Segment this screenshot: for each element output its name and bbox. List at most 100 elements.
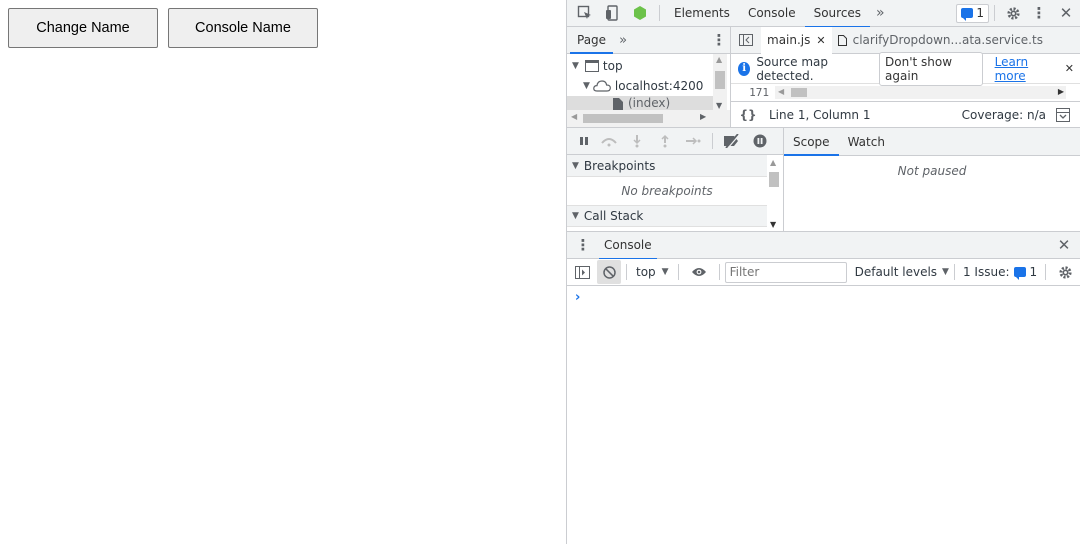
expand-triangle-icon: ▼ [583, 81, 590, 91]
scrollbar-thumb[interactable] [791, 88, 807, 97]
scrollbar-thumb[interactable] [583, 114, 663, 123]
tree-item-localhost[interactable]: ▼ localhost:4200 [567, 76, 703, 96]
change-name-button[interactable]: Change Name [8, 8, 158, 48]
tab-console[interactable]: Console [739, 0, 805, 27]
step-over-icon[interactable] [595, 135, 623, 147]
editor-horizontal-scrollbar[interactable]: ◀ ▶ [775, 86, 1066, 99]
debugger-sidebar: ▼ Breakpoints No breakpoints ▼ Call Stac… [567, 155, 783, 231]
pause-icon[interactable] [573, 136, 595, 146]
log-levels-dropdown[interactable]: Default levels ▼ [855, 265, 949, 279]
editor-tab-label: main.js [767, 33, 811, 47]
scroll-left-icon[interactable]: ◀ [571, 112, 577, 121]
more-navigator-tabs-icon[interactable]: » [613, 33, 633, 48]
breakpoints-section-header[interactable]: ▼ Breakpoints [567, 155, 767, 177]
expand-triangle-icon: ▼ [572, 160, 579, 171]
toggle-debugger-sidebar-icon[interactable] [1046, 108, 1080, 122]
inspect-element-icon[interactable] [570, 5, 600, 21]
file-icon [837, 34, 847, 46]
tab-page[interactable]: Page [570, 27, 614, 54]
step-icon[interactable] [679, 136, 707, 146]
scroll-left-icon[interactable]: ◀ [778, 87, 784, 96]
scroll-right-icon[interactable]: ▶ [1058, 87, 1064, 96]
page-viewport: Change Name Console Name [0, 0, 566, 544]
tree-item-top[interactable]: ▼ top [567, 56, 623, 76]
console-issues-button[interactable]: 1 Issue: 1 [960, 265, 1040, 280]
more-tabs-icon[interactable]: » [870, 0, 891, 27]
scope-panel: Scope Watch Not paused [783, 127, 1080, 231]
divider [659, 5, 660, 21]
tab-sources[interactable]: Sources [804, 0, 871, 28]
divider [1045, 264, 1047, 280]
console-sidebar-icon[interactable] [567, 265, 597, 279]
close-infobar-icon[interactable]: ✕ [1065, 62, 1074, 75]
clear-console-icon[interactable] [597, 260, 621, 284]
tree-item-index[interactable]: (index) [567, 96, 713, 110]
scroll-right-icon[interactable]: ▶ [700, 112, 706, 121]
scroll-up-icon[interactable]: ▲ [716, 55, 722, 64]
scroll-down-icon[interactable]: ▼ [770, 220, 776, 229]
console-prompt-icon[interactable]: › [575, 290, 580, 305]
frame-icon [584, 60, 599, 72]
issues-count: 1 [1029, 265, 1038, 279]
console-filter-input[interactable]: Filter [724, 261, 847, 283]
editor-tab-service-ts[interactable]: clarifyDropdown...ata.service.ts [832, 27, 1049, 54]
navigator-menu-icon[interactable]: ⋮ [708, 31, 730, 49]
scrollbar-thumb[interactable] [769, 172, 779, 187]
tab-watch[interactable]: Watch [839, 128, 894, 155]
scope-empty-message: Not paused [897, 164, 967, 178]
live-expression-eye-icon[interactable] [684, 267, 714, 277]
log-levels-label: Default levels [854, 265, 938, 279]
dont-show-again-button[interactable]: Don't show again [879, 51, 983, 86]
dropdown-arrow-icon: ▼ [942, 267, 949, 277]
tab-elements[interactable]: Elements [665, 0, 739, 27]
navigator-horizontal-scrollbar[interactable]: ◀ ▶ [567, 110, 730, 127]
scrollbar-thumb[interactable] [715, 71, 725, 89]
dropdown-arrow-icon: ▼ [661, 267, 669, 277]
issues-counter[interactable]: 1 [956, 3, 989, 23]
learn-more-link[interactable]: Learn more [995, 55, 1055, 83]
console-settings-gear-icon[interactable] [1051, 265, 1079, 280]
tree-label: (index) [628, 96, 671, 110]
pretty-print-icon[interactable]: {} [731, 108, 765, 122]
editor-status-bar: {} Line 1, Column 1 Coverage: n/a [731, 101, 1080, 128]
close-tab-icon[interactable]: ✕ [816, 34, 825, 47]
deactivate-breakpoints-icon[interactable] [718, 134, 746, 148]
close-drawer-icon[interactable]: ✕ [1048, 236, 1080, 254]
drawer-menu-icon[interactable]: ⋮ [567, 236, 599, 254]
context-selector[interactable]: top ▼ [632, 265, 673, 279]
step-out-icon[interactable] [651, 134, 679, 148]
kebab-menu-icon[interactable]: ⋮ [1026, 4, 1052, 22]
call-stack-section-header[interactable]: ▼ Call Stack [567, 205, 767, 227]
app-window: Change Name Console Name Elements Consol… [0, 0, 1080, 544]
pause-on-exceptions-icon[interactable] [746, 134, 774, 148]
toggle-navigator-icon[interactable] [731, 34, 761, 46]
expand-triangle-icon: ▼ [572, 61, 579, 71]
divider [712, 133, 713, 149]
tab-scope[interactable]: Scope [784, 128, 839, 156]
drawer-tab-console[interactable]: Console [599, 232, 657, 260]
navigator-vertical-scrollbar[interactable]: ▲ ▼ [713, 54, 727, 110]
step-into-icon[interactable] [623, 134, 651, 148]
info-icon: i [738, 61, 751, 76]
nodejs-icon[interactable] [626, 5, 654, 21]
source-map-infobar: i Source map detected. Don't show again … [731, 51, 1080, 86]
divider [626, 264, 627, 280]
console-name-button[interactable]: Console Name [168, 8, 318, 48]
settings-gear-icon[interactable] [1000, 6, 1026, 21]
sidebar-vertical-scrollbar[interactable]: ▲ ▼ [767, 155, 781, 231]
cloud-icon [593, 80, 611, 92]
divider [953, 264, 955, 280]
source-editor: main.js ✕ clarifyDropdown...ata.service.… [731, 26, 1080, 128]
close-devtools-icon[interactable]: ✕ [1052, 4, 1080, 22]
infobar-message: Source map detected. [756, 54, 829, 83]
scroll-up-icon[interactable]: ▲ [770, 158, 776, 167]
coverage-status: Coverage: n/a [961, 108, 1046, 122]
scroll-down-icon[interactable]: ▼ [716, 101, 722, 110]
editor-tab-main-js[interactable]: main.js ✕ [761, 26, 832, 54]
device-toolbar-icon[interactable] [600, 5, 626, 21]
debugger-toolbar [567, 127, 783, 155]
scope-tabs: Scope Watch [784, 128, 1080, 156]
divider [994, 5, 995, 21]
editor-tab-label: clarifyDropdown...ata.service.ts [852, 33, 1043, 47]
issues-count: 1 [976, 6, 984, 20]
